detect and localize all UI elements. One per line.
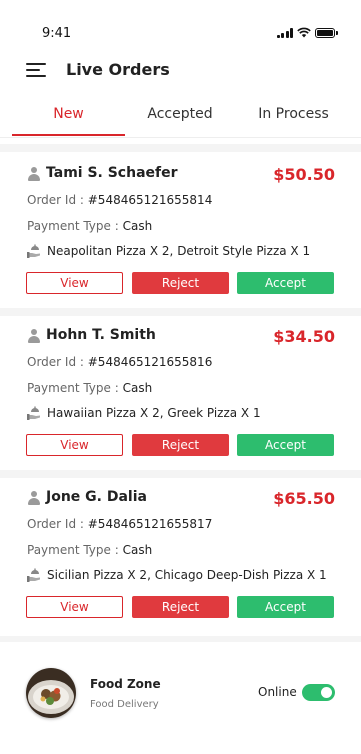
person-icon: [27, 329, 41, 343]
reject-button[interactable]: Reject: [132, 434, 229, 456]
order-id-line: Order Id : #548465121655817: [27, 517, 212, 531]
signal-icon: [276, 27, 293, 38]
active-tab-indicator: [12, 134, 125, 136]
order-card: Tami S. Schaefer $50.50 Order Id : #5484…: [0, 152, 361, 312]
order-id-line: Order Id : #548465121655814: [27, 193, 212, 207]
person-icon: [27, 491, 41, 505]
page-title: Live Orders: [66, 60, 170, 79]
payment-type-line: Payment Type : Cash: [27, 543, 152, 557]
order-id-value: #548465121655814: [87, 193, 213, 207]
accept-button[interactable]: Accept: [237, 596, 334, 618]
view-button[interactable]: View: [26, 272, 123, 294]
order-id-label: Order Id :: [27, 517, 88, 531]
toggle-knob: [321, 687, 332, 698]
order-items-line: Sicilian Pizza X 2, Chicago Deep-Dish Pi…: [27, 568, 327, 582]
store-type: Food Delivery: [90, 699, 159, 710]
order-items: Neapolitan Pizza X 2, Detroit Style Pizz…: [47, 244, 311, 258]
serving-hand-icon: [27, 244, 40, 258]
order-card: Jone G. Dalia $65.50 Order Id : #5484651…: [0, 476, 361, 636]
payment-type-value: Cash: [122, 381, 153, 395]
tab-in-process[interactable]: In Process: [246, 106, 341, 122]
store-name: Food Zone: [90, 677, 161, 691]
order-items: Hawaiian Pizza X 2, Greek Pizza X 1: [47, 406, 261, 420]
wifi-icon: [297, 27, 311, 38]
customer-name: Hohn T. Smith: [46, 327, 156, 343]
view-button[interactable]: View: [26, 596, 123, 618]
order-id-label: Order Id :: [27, 355, 88, 369]
status-time: 9:41: [42, 26, 72, 41]
order-items-line: Neapolitan Pizza X 2, Detroit Style Pizz…: [27, 244, 310, 258]
online-status-label: Online: [258, 685, 297, 699]
person-icon: [27, 167, 41, 181]
online-toggle[interactable]: [302, 684, 335, 701]
order-card: Hohn T. Smith $34.50 Order Id : #5484651…: [0, 314, 361, 474]
payment-type-label: Payment Type :: [27, 219, 123, 233]
payment-type-value: Cash: [122, 219, 153, 233]
reject-button[interactable]: Reject: [132, 596, 229, 618]
food-plate-image: [26, 668, 76, 718]
order-items-line: Hawaiian Pizza X 2, Greek Pizza X 1: [27, 406, 261, 420]
battery-icon: [315, 27, 338, 38]
payment-type-value: Cash: [122, 543, 153, 557]
section-divider: [0, 144, 361, 152]
payment-type-line: Payment Type : Cash: [27, 381, 152, 395]
view-button[interactable]: View: [26, 434, 123, 456]
store-avatar: [26, 668, 76, 718]
order-amount: $65.50: [273, 489, 335, 508]
tab-accepted[interactable]: Accepted: [130, 106, 230, 122]
customer-name: Tami S. Schaefer: [46, 165, 178, 181]
order-id-line: Order Id : #548465121655816: [27, 355, 212, 369]
payment-type-line: Payment Type : Cash: [27, 219, 152, 233]
accept-button[interactable]: Accept: [237, 272, 334, 294]
serving-hand-icon: [27, 568, 40, 582]
order-tabs: New Accepted In Process: [0, 100, 361, 138]
reject-button[interactable]: Reject: [132, 272, 229, 294]
section-divider: [0, 636, 361, 642]
order-id-label: Order Id :: [27, 193, 88, 207]
status-bar: 9:41: [0, 0, 361, 44]
order-id-value: #548465121655816: [87, 355, 213, 369]
order-id-value: #548465121655817: [87, 517, 213, 531]
order-amount: $50.50: [273, 165, 335, 184]
hamburger-menu-icon[interactable]: [26, 62, 46, 78]
payment-type-label: Payment Type :: [27, 381, 123, 395]
status-icons: [276, 27, 338, 38]
app-header: Live Orders: [0, 56, 361, 86]
store-footer: Food Zone Food Delivery Online: [0, 652, 361, 754]
order-items: Sicilian Pizza X 2, Chicago Deep-Dish Pi…: [47, 568, 327, 582]
payment-type-label: Payment Type :: [27, 543, 123, 557]
accept-button[interactable]: Accept: [237, 434, 334, 456]
tab-new[interactable]: New: [12, 106, 125, 122]
serving-hand-icon: [27, 406, 40, 420]
order-amount: $34.50: [273, 327, 335, 346]
customer-name: Jone G. Dalia: [46, 489, 147, 505]
